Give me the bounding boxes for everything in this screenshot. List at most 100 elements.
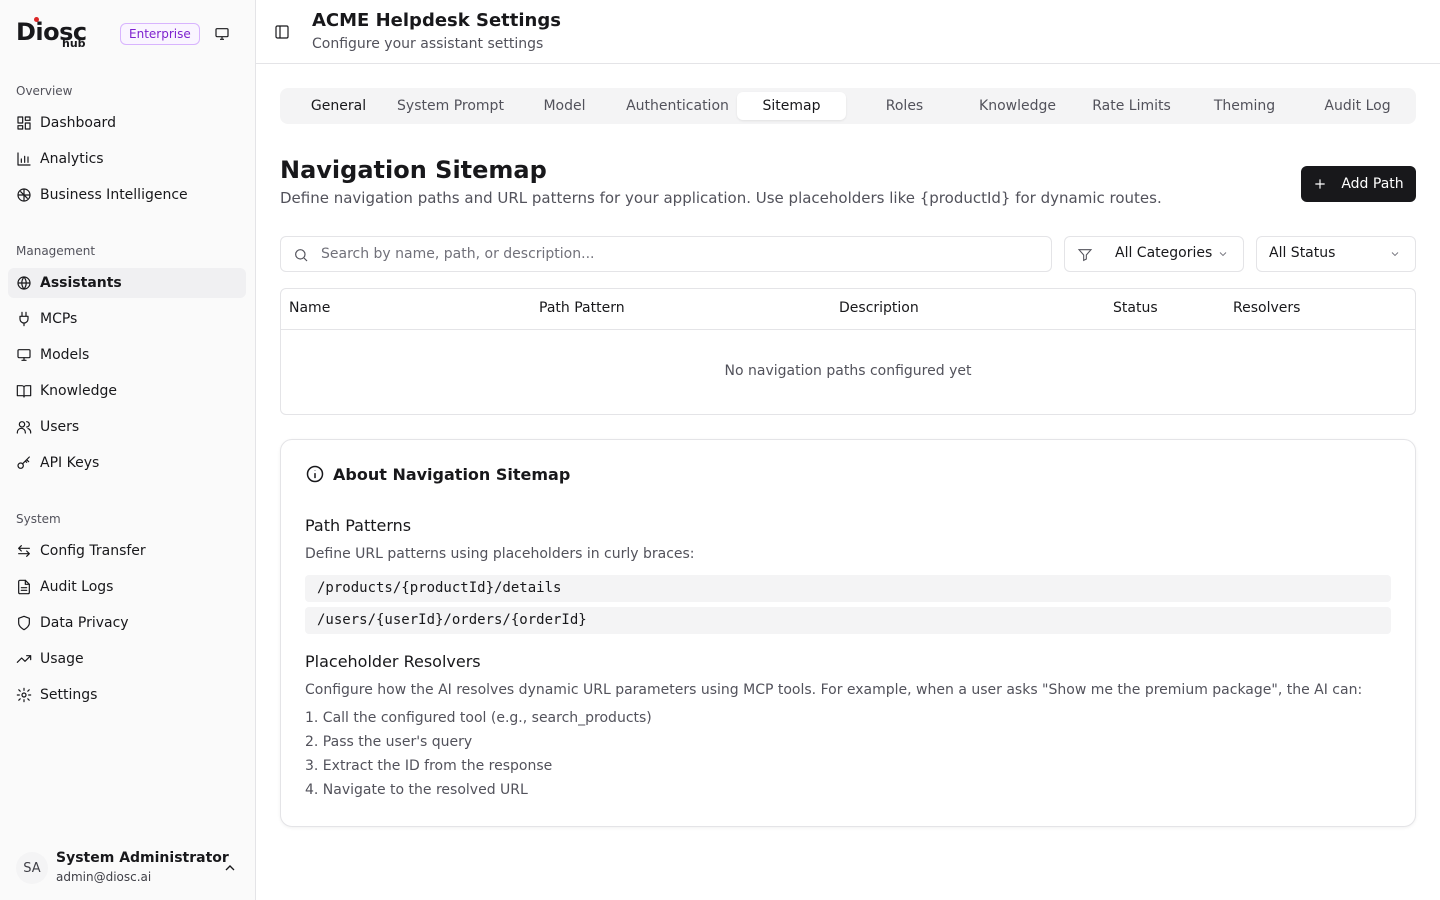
trend-icon (16, 651, 32, 667)
column-header-resolvers[interactable]: Resolvers (1233, 300, 1300, 316)
path-patterns-text: Define URL patterns using placeholders i… (305, 546, 695, 562)
search-input[interactable] (321, 237, 1041, 271)
sidebar-item-label: Dashboard (40, 115, 116, 131)
sidebar-item-audit-logs[interactable]: Audit Logs (8, 572, 246, 602)
header-title: ACME Helpdesk Settings (312, 10, 561, 31)
gear-icon (16, 687, 32, 703)
key-icon (16, 455, 32, 471)
tab-sitemap[interactable]: Sitemap (737, 92, 846, 120)
column-header-path-pattern[interactable]: Path Pattern (539, 300, 625, 316)
section-label-management: Management (16, 244, 96, 258)
search-icon (293, 247, 309, 263)
sidebar-item-label: Settings (40, 687, 98, 703)
category-select-value: All Categories (1115, 245, 1213, 261)
code-example: /users/{userId}/orders/{orderId} (305, 607, 1391, 634)
tab-roles[interactable]: Roles (850, 92, 959, 120)
status-select[interactable]: All Status (1256, 236, 1416, 272)
path-patterns-heading: Path Patterns (305, 516, 412, 535)
globe-icon (16, 275, 32, 291)
sidebar-item-users[interactable]: Users (8, 412, 246, 442)
add-path-button[interactable]: Add Path (1301, 166, 1416, 202)
sidebar-item-knowledge[interactable]: Knowledge (8, 376, 246, 406)
placeholder-resolvers-heading: Placeholder Resolvers (305, 652, 481, 671)
column-header-status[interactable]: Status (1113, 300, 1158, 316)
sidebar-item-label: Users (40, 419, 80, 435)
sidebar-toggle-icon (275, 25, 289, 39)
table-header: Name Path Pattern Description Status Res… (281, 289, 1415, 330)
tab-knowledge[interactable]: Knowledge (963, 92, 1072, 120)
about-card-title-text: About Navigation Sitemap (333, 464, 571, 484)
tab-rate-limits[interactable]: Rate Limits (1077, 92, 1186, 120)
shield-icon (16, 615, 32, 631)
about-card: About Navigation Sitemap Path Patterns D… (280, 439, 1416, 827)
brand-row: Diosc hub Enterprise (16, 16, 240, 52)
page-description: Define navigation paths and URL patterns… (280, 189, 1162, 207)
tab-system-prompt[interactable]: System Prompt (396, 92, 505, 120)
list-item: 4. Navigate to the resolved URL (305, 782, 528, 798)
brain-icon (16, 187, 32, 203)
sidebar-item-data-privacy[interactable]: Data Privacy (8, 608, 246, 638)
column-header-description[interactable]: Description (839, 300, 919, 316)
sidebar-item-label: Analytics (40, 151, 104, 167)
sidebar-toggle-button[interactable] (274, 24, 290, 40)
bar-chart-icon (16, 151, 32, 167)
display-mode-button[interactable] (212, 24, 232, 44)
transfer-icon (16, 543, 32, 559)
list-item: 1. Call the configured tool (e.g., searc… (305, 710, 652, 726)
page-header: ACME Helpdesk Settings Configure your as… (256, 0, 1440, 64)
user-menu[interactable]: SA System Administrator admin@diosc.ai (16, 846, 244, 890)
code-example: /products/{productId}/details (305, 575, 1391, 602)
book-icon (16, 383, 32, 399)
about-card-title: About Navigation Sitemap (305, 464, 570, 484)
sidebar-item-config-transfer[interactable]: Config Transfer (8, 536, 246, 566)
sidebar-item-assistants[interactable]: Assistants (8, 268, 246, 298)
sidebar-item-api-keys[interactable]: API Keys (8, 448, 246, 478)
chevron-down-icon (1217, 248, 1229, 260)
column-header-name[interactable]: Name (289, 300, 330, 316)
sidebar-item-label: Config Transfer (40, 543, 146, 559)
page-title: Navigation Sitemap (280, 156, 547, 184)
sidebar-item-label: Models (40, 347, 90, 363)
tab-general[interactable]: General (284, 92, 393, 120)
empty-state: No navigation paths configured yet (724, 363, 972, 379)
monitor-icon (16, 347, 32, 363)
sidebar-item-label: Business Intelligence (40, 187, 188, 203)
list-item: 2. Pass the user's query (305, 734, 473, 750)
sidebar-item-label: Knowledge (40, 383, 117, 399)
sidebar-item-usage[interactable]: Usage (8, 644, 246, 674)
file-icon (16, 579, 32, 595)
tab-audit-log[interactable]: Audit Log (1303, 92, 1412, 120)
sidebar-item-label: Data Privacy (40, 615, 129, 631)
sidebar-item-analytics[interactable]: Analytics (8, 144, 246, 174)
header-subtitle: Configure your assistant settings (312, 36, 544, 52)
tab-model[interactable]: Model (510, 92, 619, 120)
tab-authentication[interactable]: Authentication (623, 92, 732, 120)
user-name: System Administrator (56, 850, 229, 866)
sidebar-item-mcps[interactable]: MCPs (8, 304, 246, 334)
users-icon (16, 419, 32, 435)
monitor-icon (215, 28, 229, 40)
sidebar: Diosc hub Enterprise Overview Dashboard … (0, 0, 256, 900)
add-path-label: Add Path (1341, 176, 1404, 192)
sidebar-item-label: Usage (40, 651, 84, 667)
dashboard-icon (16, 115, 32, 131)
chevron-down-icon (1389, 248, 1401, 260)
search-box (280, 236, 1052, 272)
enterprise-badge: Enterprise (120, 23, 200, 45)
tab-theming[interactable]: Theming (1190, 92, 1299, 120)
category-select[interactable]: All Categories (1064, 236, 1244, 272)
sidebar-item-label: API Keys (40, 455, 100, 471)
diosc-logo[interactable]: Diosc hub (16, 16, 96, 52)
filter-icon (1077, 247, 1093, 263)
sidebar-item-label: MCPs (40, 311, 78, 327)
sidebar-item-business-intelligence[interactable]: Business Intelligence (8, 180, 246, 210)
status-select-value: All Status (1269, 245, 1336, 261)
settings-tabs: General System Prompt Model Authenticati… (280, 88, 1416, 124)
sidebar-item-dashboard[interactable]: Dashboard (8, 108, 246, 138)
chevron-up-icon (222, 860, 238, 876)
logo-sub: hub (62, 37, 86, 50)
sidebar-item-settings[interactable]: Settings (8, 680, 246, 710)
info-icon (305, 464, 325, 484)
sidebar-item-models[interactable]: Models (8, 340, 246, 370)
plug-icon (16, 311, 32, 327)
